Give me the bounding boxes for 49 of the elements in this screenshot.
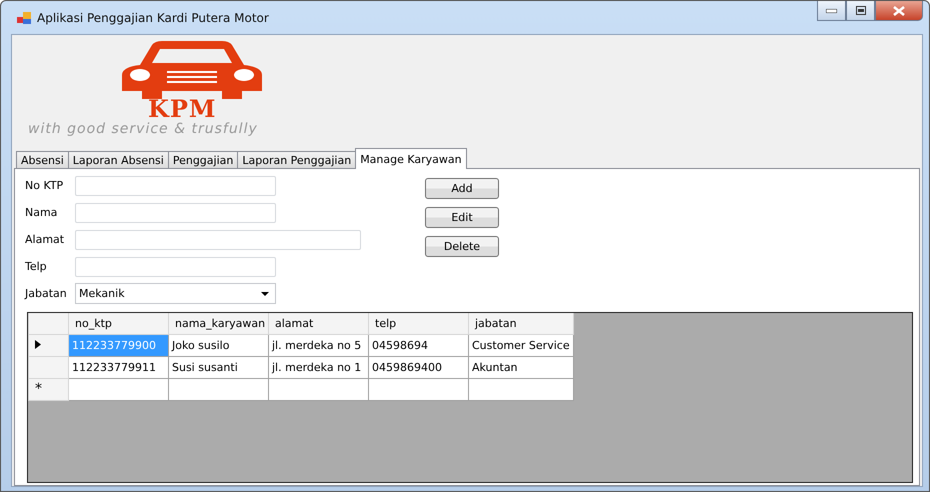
column-header[interactable]: no_ktp <box>68 313 168 334</box>
action-button[interactable]: Edit <box>425 207 499 228</box>
dropdown[interactable]: Mekanik <box>75 283 276 304</box>
table-cell: Susi susanti <box>168 356 268 378</box>
maximize-icon <box>856 6 866 15</box>
tab[interactable]: Penggajian <box>168 151 238 169</box>
input-field[interactable] <box>75 230 361 250</box>
tab[interactable]: Laporan Penggajian <box>237 151 356 169</box>
input-field[interactable] <box>75 256 276 276</box>
table-cell: Akuntan <box>468 356 574 378</box>
minimize-icon <box>826 8 837 12</box>
input-field[interactable] <box>75 176 276 196</box>
corner-header <box>28 313 68 334</box>
tab[interactable]: Absensi <box>16 151 69 169</box>
field-label: No KTP <box>25 179 64 192</box>
field-label: Alamat <box>25 233 66 246</box>
field-label: Telp <box>25 260 48 273</box>
car-icon <box>122 41 262 99</box>
column-header[interactable]: jabatan <box>468 313 574 334</box>
app-icon <box>17 12 31 24</box>
column-header[interactable]: telp <box>368 313 468 334</box>
table-cell: Customer Service <box>468 334 574 356</box>
close-icon <box>893 6 905 16</box>
table-cell: 112233779900 <box>68 334 168 356</box>
new-row-marker: * <box>35 381 42 397</box>
logo-initials: KPM <box>148 97 216 121</box>
minimize-button[interactable] <box>817 1 846 21</box>
close-button[interactable] <box>875 1 923 21</box>
tab[interactable]: Manage Karyawan <box>355 148 467 169</box>
table-cell: 04598694 <box>368 334 468 356</box>
logo-tagline: with good service & trusfully <box>28 121 258 137</box>
table-cell: jl. merdeka no 5 <box>268 334 368 356</box>
action-button[interactable]: Add <box>425 178 499 199</box>
table-cell: jl. merdeka no 1 <box>268 356 368 378</box>
table-cell: 112233779911 <box>68 356 168 378</box>
window-title: Aplikasi Penggajian Kardi Putera Motor <box>37 10 269 24</box>
maximize-button[interactable] <box>846 1 875 21</box>
input-field[interactable] <box>75 202 276 222</box>
table-cell: 0459869400 <box>368 356 468 378</box>
row-header[interactable] <box>28 334 68 356</box>
row-header[interactable]: * <box>28 378 68 400</box>
field-label: Jabatan <box>25 287 68 300</box>
caret-icon <box>261 292 269 296</box>
table-cell: Joko susilo <box>168 334 268 356</box>
tab[interactable]: Laporan Absensi <box>68 151 169 169</box>
column-header[interactable]: nama_karyawan <box>168 313 268 334</box>
field-label: Nama <box>25 206 58 219</box>
action-button[interactable]: Delete <box>425 236 499 257</box>
column-header[interactable]: alamat <box>268 313 368 334</box>
